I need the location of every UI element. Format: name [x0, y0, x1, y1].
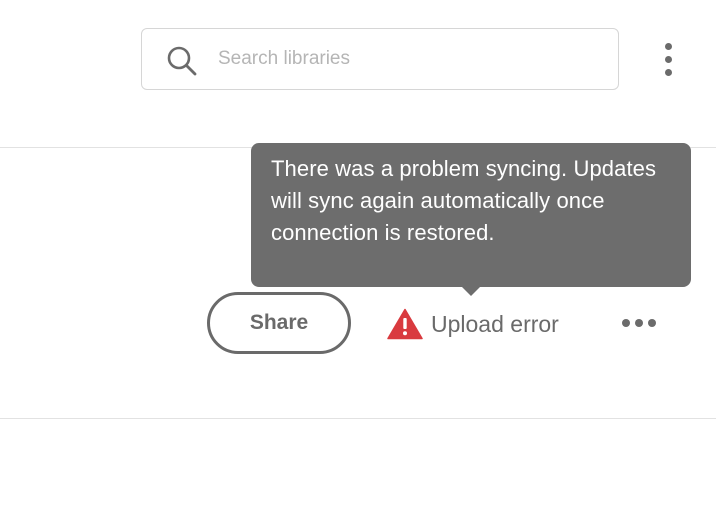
sync-error-tooltip: There was a problem syncing. Updates wil…	[251, 143, 691, 287]
page: There was a problem syncing. Updates wil…	[0, 0, 716, 532]
search-input[interactable]	[218, 42, 598, 76]
search-icon	[167, 46, 197, 76]
vertical-dots-icon	[665, 56, 672, 63]
upload-error-status[interactable]: Upload error	[387, 306, 559, 342]
more-horizontal-icon	[635, 319, 643, 327]
header-menu-button[interactable]	[656, 40, 682, 80]
more-horizontal-icon	[648, 319, 656, 327]
vertical-dots-icon	[665, 69, 672, 76]
row-divider	[0, 418, 716, 419]
upload-error-label: Upload error	[431, 310, 559, 337]
more-actions-button[interactable]	[618, 312, 660, 334]
search-box[interactable]	[141, 28, 619, 90]
share-button[interactable]: Share	[207, 292, 351, 354]
tooltip-arrow	[461, 286, 481, 296]
more-horizontal-icon	[622, 319, 630, 327]
vertical-dots-icon	[665, 43, 672, 50]
warning-icon	[387, 308, 423, 340]
tooltip-text: There was a problem syncing. Updates wil…	[271, 156, 657, 245]
